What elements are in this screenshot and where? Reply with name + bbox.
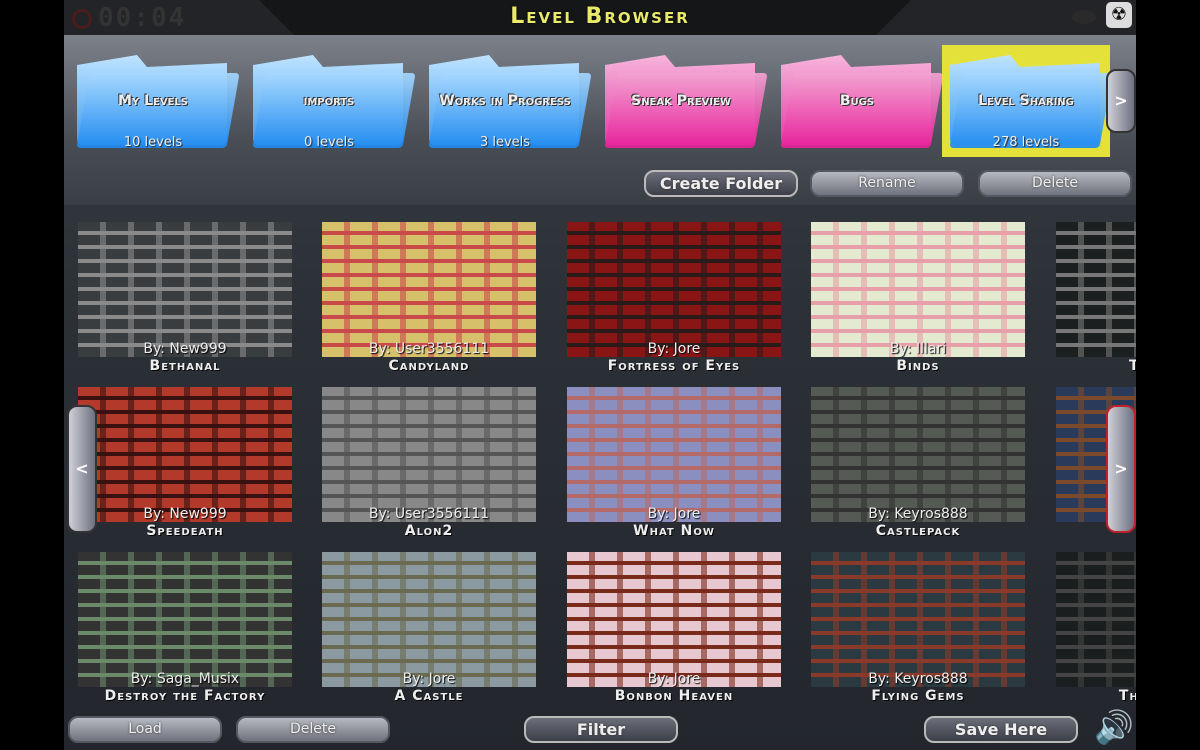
folder-name: Bugs xyxy=(839,93,875,109)
level-author: By: User3556111 xyxy=(368,506,490,522)
rename-folder-button[interactable]: Rename xyxy=(810,170,964,197)
folder-name: Works in Progress xyxy=(439,93,571,109)
level-card[interactable]: By: Keyros888 Castlepack xyxy=(811,387,1027,547)
level-name: Alon2 xyxy=(404,523,454,539)
level-thumbnail[interactable]: By: User3556111 xyxy=(322,222,536,357)
level-name: Binds xyxy=(896,358,940,374)
folder-level-sharing[interactable]: Level Sharing 278 levels xyxy=(942,45,1113,157)
level-thumbnail[interactable]: By xyxy=(1056,552,1136,687)
level-card[interactable]: By: The Cele xyxy=(1056,222,1136,382)
level-thumbnail[interactable]: By: Illari xyxy=(811,222,1025,357)
folder-icon-front xyxy=(780,73,944,148)
level-thumbnail[interactable]: By: New999 xyxy=(78,387,292,522)
filter-button[interactable]: Filter xyxy=(524,716,678,743)
level-name: Bethanal xyxy=(149,358,221,374)
level-thumbnail[interactable]: By: User3556111 xyxy=(322,387,536,522)
level-author: By: Saga_Musix xyxy=(130,671,240,687)
level-card[interactable]: By The Entran xyxy=(1056,552,1136,712)
level-author: By: Keyros888 xyxy=(868,671,968,687)
level-author: By: Illari xyxy=(889,341,947,357)
level-author: By: Jore xyxy=(647,671,701,687)
folder-my-levels[interactable]: My Levels 10 levels xyxy=(69,45,240,157)
folder-imports[interactable]: imports 0 levels xyxy=(245,45,416,157)
level-name: A Castle xyxy=(394,688,464,704)
level-author: By: New999 xyxy=(143,506,227,522)
folder-count: 278 levels xyxy=(992,135,1060,150)
folder-bugs[interactable]: Bugs xyxy=(773,45,944,157)
prev-page-button[interactable]: < xyxy=(67,405,97,533)
save-here-button[interactable]: Save Here xyxy=(924,716,1078,743)
create-folder-button[interactable]: Create Folder xyxy=(644,170,798,197)
folder-sneak-preview[interactable]: Sneak Preview xyxy=(597,45,768,157)
level-author: By: User3556111 xyxy=(368,341,490,357)
level-name: Destroy the Factory xyxy=(104,688,266,704)
delete-folder-button[interactable]: Delete xyxy=(978,170,1132,197)
level-card[interactable]: By: New999 Speedeath xyxy=(78,387,294,547)
level-thumbnail[interactable]: By: Jore xyxy=(567,552,781,687)
level-card[interactable]: By: User3556111 Candyland xyxy=(322,222,538,382)
level-name: Fortress of Eyes xyxy=(607,358,741,374)
delete-level-button[interactable]: Delete xyxy=(236,716,390,743)
level-browser: 00:04 Level Browser ☢ My Levels 10 level… xyxy=(64,0,1136,750)
speaker-icon[interactable]: 🔊 xyxy=(1094,708,1134,746)
folder-count: 10 levels xyxy=(123,135,183,150)
level-card[interactable]: By: User3556111 Alon2 xyxy=(322,387,538,547)
level-name: What Now xyxy=(633,523,715,539)
level-author: By: Jore xyxy=(647,506,701,522)
level-thumbnail[interactable]: By: Jore xyxy=(567,222,781,357)
level-author: By: Keyros888 xyxy=(868,506,968,522)
level-name: Candyland xyxy=(388,358,470,374)
level-name: Speedeath xyxy=(146,523,224,539)
level-name: Castlepack xyxy=(875,523,961,539)
level-author: By: Jore xyxy=(402,671,456,687)
toggle-icon[interactable] xyxy=(1072,10,1096,24)
load-button[interactable]: Load xyxy=(68,716,222,743)
folder-name: My Levels xyxy=(118,93,188,109)
level-name: Flying Gems xyxy=(871,688,965,704)
level-thumbnail[interactable]: By: Jore xyxy=(322,552,536,687)
level-author: By: xyxy=(1056,341,1136,357)
level-name: Bonbon Heaven xyxy=(614,688,734,704)
folder-icon-front xyxy=(604,73,768,148)
level-thumbnail[interactable]: By: Keyros888 xyxy=(811,387,1025,522)
page-title: Level Browser xyxy=(510,4,690,29)
level-name: The Cele xyxy=(1036,358,1136,374)
level-card[interactable]: By: Illari Binds xyxy=(811,222,1027,382)
level-author: By xyxy=(1056,671,1136,687)
level-card[interactable]: By: Jore What Now xyxy=(567,387,783,547)
level-thumbnail[interactable]: By: Keyros888 xyxy=(811,552,1025,687)
folder-name: Sneak Preview xyxy=(631,93,731,109)
folders-area: My Levels 10 levels imports 0 levels Wor… xyxy=(64,35,1136,205)
level-author: By: New999 xyxy=(143,341,227,357)
level-card[interactable]: By: Jore Fortress of Eyes xyxy=(567,222,783,382)
level-author: By: Jore xyxy=(647,341,701,357)
level-card[interactable]: By: New999 Bethanal xyxy=(78,222,294,382)
level-thumbnail[interactable]: By: Saga_Musix xyxy=(78,552,292,687)
level-thumbnail[interactable]: By: xyxy=(1056,222,1136,357)
level-card[interactable]: By: Jore A Castle xyxy=(322,552,538,712)
level-name: The Entran xyxy=(1118,688,1136,704)
folder-name: imports xyxy=(303,93,355,109)
radiation-icon[interactable]: ☢ xyxy=(1106,2,1132,28)
folder-count: 0 levels xyxy=(303,135,355,150)
folder-works-in-progress[interactable]: Works in Progress 3 levels xyxy=(421,45,592,157)
level-card[interactable]: By: Keyros888 Flying Gems xyxy=(811,552,1027,712)
level-thumbnail[interactable]: By: Jore xyxy=(567,387,781,522)
next-page-button[interactable]: > xyxy=(1106,405,1136,533)
level-card[interactable]: By: Jore Bonbon Heaven xyxy=(567,552,783,712)
level-card[interactable]: By: Saga_Musix Destroy the Factory xyxy=(78,552,294,712)
level-thumbnail[interactable]: By: New999 xyxy=(78,222,292,357)
folders-next-button[interactable]: > xyxy=(1106,69,1136,133)
folder-count: 3 levels xyxy=(479,135,531,150)
folder-name: Level Sharing xyxy=(978,93,1074,109)
header-bar: 00:04 Level Browser ☢ xyxy=(64,0,1136,35)
